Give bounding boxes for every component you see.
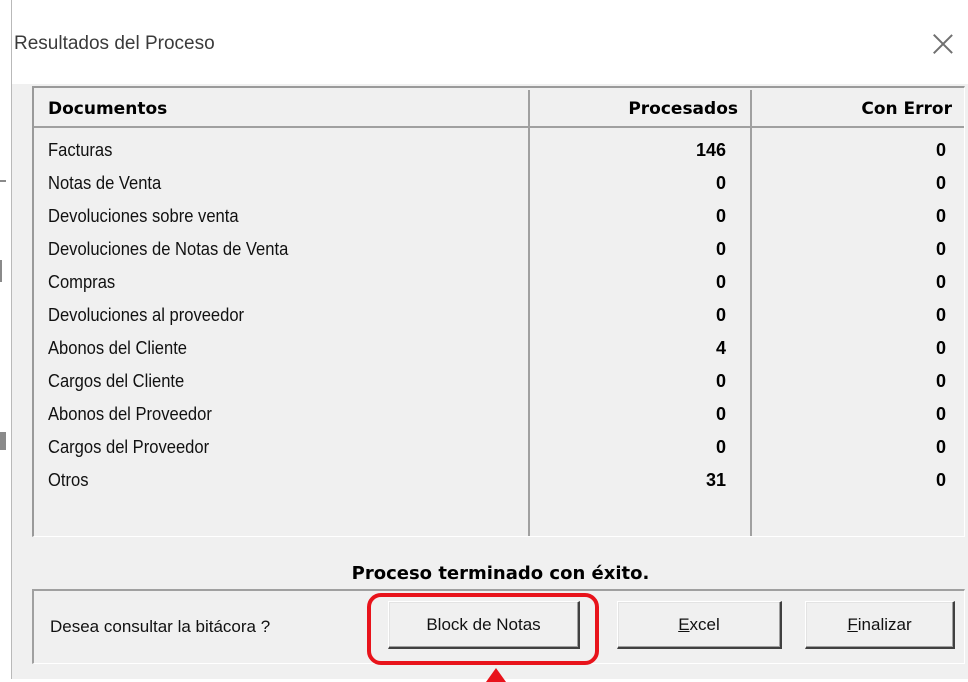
- error-count: 0: [935, 338, 946, 358]
- table-row: Otros 31 0: [34, 464, 964, 497]
- header-documentos: Documentos: [34, 90, 530, 128]
- table-row: Facturas 146 0: [34, 134, 964, 167]
- document-name: Devoluciones de Notas de Venta: [48, 239, 289, 259]
- finish-accelerator: F: [847, 615, 858, 634]
- close-icon[interactable]: [929, 30, 957, 58]
- header-con-error: Con Error: [752, 90, 964, 128]
- processed-count: 146: [695, 140, 726, 160]
- status-message: Proceso terminado con éxito.: [351, 563, 650, 584]
- finish-button[interactable]: Finalizar: [805, 601, 955, 649]
- window-title: Resultados del Proceso: [14, 33, 215, 54]
- table-row: Abonos del Proveedor 0 0: [34, 398, 964, 431]
- table-row: Cargos del Cliente 0 0: [34, 365, 964, 398]
- table-row: Notas de Venta 0 0: [34, 167, 964, 200]
- table-row: Devoluciones al proveedor 0 0: [34, 299, 964, 332]
- processed-count: 0: [715, 239, 726, 259]
- table-row: Devoluciones sobre venta 0 0: [34, 200, 964, 233]
- processed-count: 0: [715, 272, 726, 292]
- excel-accelerator: E: [678, 615, 690, 634]
- document-name: Compras: [48, 272, 116, 292]
- finish-button-label: inalizar: [857, 615, 912, 634]
- processed-count: 0: [715, 206, 726, 226]
- excel-button[interactable]: Excel: [617, 601, 782, 649]
- error-count: 0: [935, 272, 946, 292]
- document-name: Devoluciones al proveedor: [48, 305, 245, 325]
- document-name: Otros: [48, 470, 89, 490]
- annotation-highlight-box: [367, 593, 599, 665]
- background-window-edge: [0, 180, 6, 182]
- error-count: 0: [935, 305, 946, 325]
- document-name: Notas de Venta: [48, 173, 162, 193]
- processed-count: 0: [715, 437, 726, 457]
- excel-button-label: xcel: [689, 615, 720, 634]
- results-dialog: Resultados del Proceso Documentos Proces…: [11, 0, 968, 679]
- log-prompt-label: Desea consultar la bitácora ?: [50, 617, 271, 636]
- table-row: Cargos del Proveedor 0 0: [34, 431, 964, 464]
- header-procesados: Procesados: [530, 90, 752, 128]
- error-count: 0: [935, 404, 946, 424]
- document-name: Cargos del Proveedor: [48, 437, 210, 457]
- table-row: Devoluciones de Notas de Venta 0 0: [34, 233, 964, 266]
- table-row: Compras 0 0: [34, 266, 964, 299]
- document-name: Devoluciones sobre venta: [48, 206, 239, 226]
- error-count: 0: [935, 140, 946, 160]
- processed-count: 0: [715, 371, 726, 391]
- error-count: 0: [935, 206, 946, 226]
- processed-count: 0: [715, 404, 726, 424]
- title-bar: Resultados del Proceso: [12, 0, 968, 84]
- background-window-edge: [0, 432, 6, 450]
- document-name: Abonos del Cliente: [48, 338, 188, 358]
- background-window-edge: [0, 260, 2, 282]
- processed-count: 0: [715, 305, 726, 325]
- document-name: Facturas: [48, 140, 113, 160]
- processed-count: 4: [715, 338, 726, 358]
- error-count: 0: [935, 173, 946, 193]
- error-count: 0: [935, 437, 946, 457]
- table-row: Abonos del Cliente 4 0: [34, 332, 964, 365]
- document-name: Abonos del Proveedor: [48, 404, 212, 424]
- error-count: 0: [935, 239, 946, 259]
- processed-count: 31: [705, 470, 726, 490]
- annotation-arrow-icon: [486, 668, 506, 682]
- results-table: Documentos Procesados Con Error Facturas…: [32, 86, 965, 537]
- error-count: 0: [935, 371, 946, 391]
- table-body: Facturas 146 0 Notas de Venta 0 0 Devolu…: [34, 134, 964, 497]
- error-count: 0: [935, 470, 946, 490]
- processed-count: 0: [715, 173, 726, 193]
- document-name: Cargos del Cliente: [48, 371, 185, 391]
